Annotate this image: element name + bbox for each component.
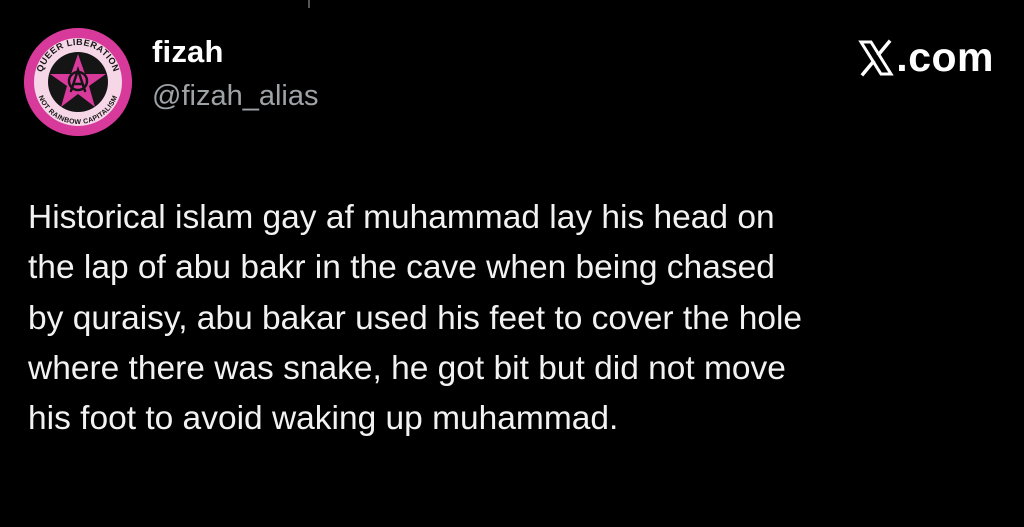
tweet-line: where there was snake, he got bit but di… <box>28 349 786 387</box>
tweet-line: by quraisy, abu bakar used his feet to c… <box>28 299 803 337</box>
tweet-line: his foot to avoid waking up muhammad. <box>28 400 619 437</box>
user-handle[interactable]: @fizah_alias <box>152 80 318 113</box>
anarchy-star-badge-icon: QUEER LIBERATION NOT RAINBOW CAPITALISM <box>24 28 132 136</box>
tweet-card: QUEER LIBERATION NOT RAINBOW CAPITALISM … <box>0 0 1024 527</box>
brand-watermark: .com <box>858 34 994 81</box>
divider <box>308 0 310 8</box>
x-logo-icon <box>858 39 895 76</box>
tweet-text: Historical islam gay af muhammad lay his… <box>28 193 1008 444</box>
avatar[interactable]: QUEER LIBERATION NOT RAINBOW CAPITALISM <box>24 28 132 136</box>
brand-label: .com <box>896 34 994 80</box>
tweet-line: the lap of abu bakr in the cave when bei… <box>28 249 775 287</box>
tweet-line: Historical islam gay af muhammad lay his… <box>28 199 775 236</box>
display-name[interactable]: fizah <box>152 34 224 70</box>
